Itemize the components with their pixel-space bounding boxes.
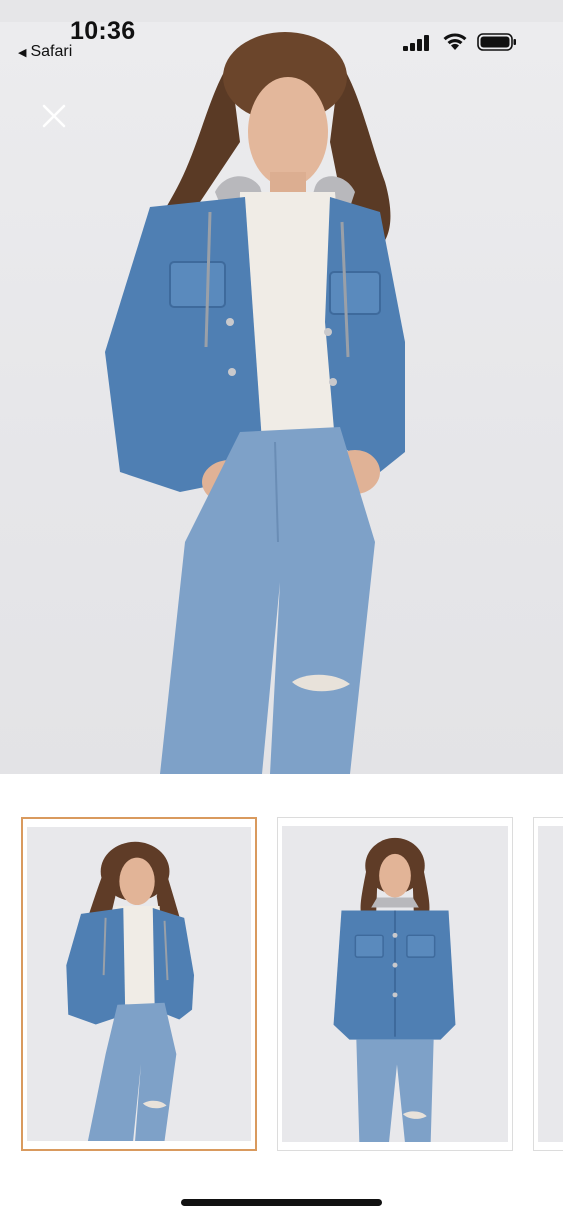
battery-icon — [477, 33, 516, 51]
status-time: 10:36 — [70, 17, 136, 45]
thumbnail-image — [538, 826, 563, 1142]
back-triangle-icon: ◀ — [18, 46, 27, 59]
thumbnail-image — [282, 826, 508, 1142]
model-photo — [105, 32, 405, 774]
back-app-label: Safari — [30, 43, 73, 60]
product-image-viewer: 10:36 ◀ Safari — [0, 0, 563, 1219]
main-product-image[interactable] — [0, 22, 563, 774]
thumbnail-1[interactable] — [21, 817, 257, 1151]
close-button[interactable] — [36, 98, 72, 134]
thumbnail-2[interactable] — [277, 817, 513, 1151]
cellular-signal-icon — [403, 35, 429, 51]
thumbnail-image — [27, 827, 251, 1141]
back-to-safari-link[interactable]: ◀ Safari — [18, 43, 72, 61]
status-bar: 10:36 ◀ Safari — [0, 0, 563, 70]
home-indicator[interactable] — [181, 1199, 382, 1206]
wifi-icon — [443, 33, 467, 50]
thumbnail-3[interactable] — [533, 817, 563, 1151]
thumbnail-strip[interactable] — [0, 817, 563, 1151]
close-icon — [42, 104, 66, 128]
